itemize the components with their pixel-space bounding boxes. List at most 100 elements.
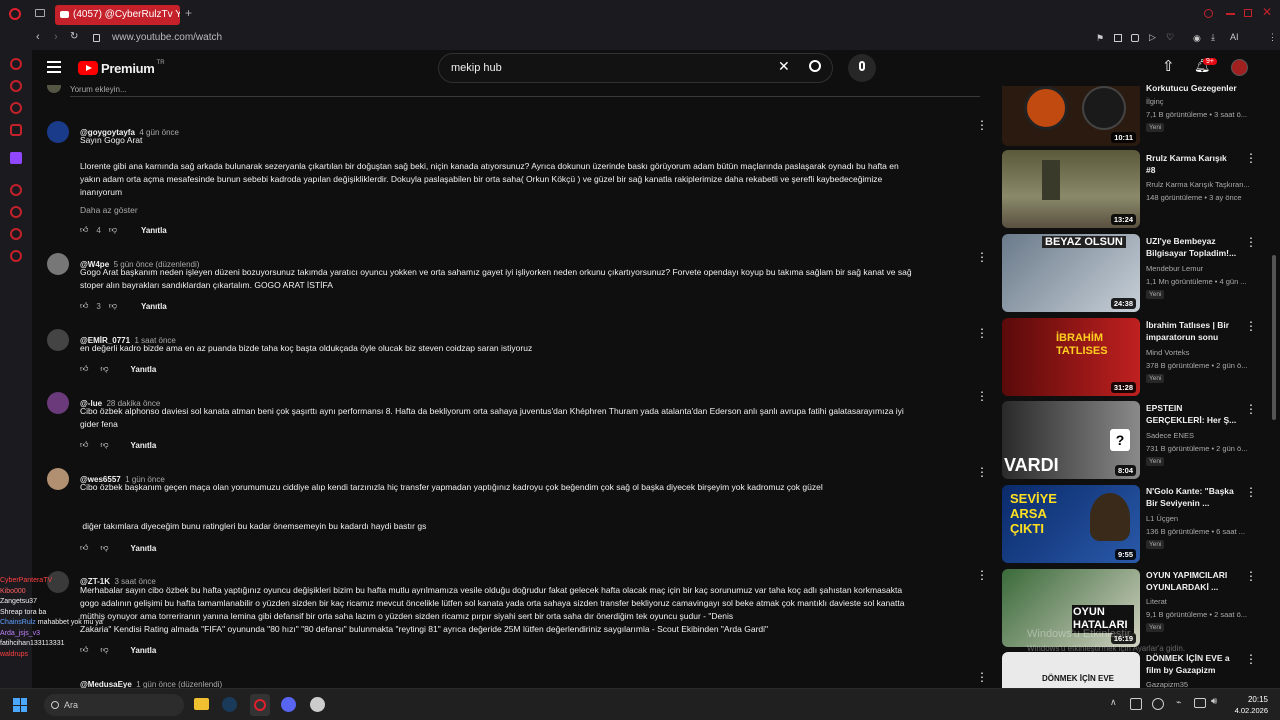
dislike-icon[interactable]: 👎︎: [109, 225, 117, 235]
comment-menu-icon[interactable]: ⋮: [976, 569, 988, 581]
search-input[interactable]: mekip hub: [438, 53, 833, 83]
video-title[interactable]: İbrahim Tatlıses | Bir imparatorun sonu: [1146, 319, 1238, 343]
minimize-button[interactable]: [1226, 13, 1235, 15]
comment-avatar[interactable]: [47, 121, 69, 143]
comment-avatar[interactable]: [47, 253, 69, 275]
file-explorer-icon[interactable]: [194, 698, 209, 710]
reply-button[interactable]: Yanıtla: [131, 544, 157, 553]
video-thumbnail[interactable]: SEVİYE ARSA ÇIKTI 9:55: [1002, 485, 1140, 563]
opera-taskbar-icon[interactable]: [250, 694, 270, 716]
video-title[interactable]: UZI'ye Bembeyaz Bilgisayar Topladim!...: [1146, 235, 1238, 259]
extension-icon[interactable]: [1131, 34, 1139, 42]
profile-icon[interactable]: ◉: [1193, 33, 1201, 44]
messenger-icon[interactable]: [10, 80, 22, 92]
comment-avatar[interactable]: [47, 329, 69, 351]
video-menu-icon[interactable]: ⋮: [1245, 653, 1257, 665]
wifi-icon[interactable]: [1194, 698, 1206, 708]
volume-icon[interactable]: 🔊︎: [1211, 696, 1217, 707]
snapshot-icon[interactable]: [1114, 34, 1122, 42]
search-tabs-icon[interactable]: [1204, 9, 1213, 18]
video-thumbnail[interactable]: İBRAHİM TATLISES 31:28: [1002, 318, 1140, 396]
dislike-icon[interactable]: 👎︎: [100, 440, 108, 450]
discord-icon[interactable]: [281, 697, 296, 712]
tray-chevron-icon[interactable]: ∧: [1110, 697, 1117, 708]
hamburger-menu-icon[interactable]: [47, 61, 61, 73]
reply-button[interactable]: Yanıtla: [131, 441, 157, 450]
comment-menu-icon[interactable]: ⋮: [976, 671, 988, 683]
like-icon[interactable]: 👍︎: [80, 440, 88, 450]
clear-search-icon[interactable]: ✕: [778, 58, 790, 75]
channel-name[interactable]: Literat: [1146, 597, 1167, 606]
windows-start-icon[interactable]: [13, 698, 27, 712]
dislike-icon[interactable]: 👎︎: [109, 301, 117, 311]
comment-menu-icon[interactable]: ⋮: [976, 119, 988, 131]
page-scrollbar[interactable]: [1272, 255, 1276, 420]
reply-button[interactable]: Yanıtla: [141, 226, 167, 235]
video-title[interactable]: DÖNMEK İÇİN EVE a film by Gazapizm: [1146, 652, 1238, 676]
browser-tab-active[interactable]: (4057) @CyberRulzTv YAY: [55, 5, 180, 25]
comment-avatar[interactable]: [47, 392, 69, 414]
comment-menu-icon[interactable]: ⋮: [976, 327, 988, 339]
video-menu-icon[interactable]: ⋮: [1245, 152, 1257, 164]
channel-name[interactable]: L1 Üçgen: [1146, 514, 1178, 523]
like-icon[interactable]: 👍︎: [80, 364, 88, 374]
search-icon[interactable]: [809, 60, 821, 72]
ai-button[interactable]: AI: [1230, 32, 1239, 42]
video-thumbnail[interactable]: DÖNMEK İÇİN EVE: [1002, 652, 1140, 688]
whatsapp-icon[interactable]: [10, 102, 22, 114]
like-icon[interactable]: 👍︎: [80, 301, 88, 311]
new-tab-button[interactable]: +: [185, 6, 192, 20]
url-field[interactable]: www.youtube.com/watch: [112, 32, 222, 43]
comment-avatar[interactable]: [47, 468, 69, 490]
avatar[interactable]: [1231, 59, 1248, 76]
pinboard-icon[interactable]: [10, 228, 22, 240]
comment-menu-icon[interactable]: ⋮: [976, 390, 988, 402]
show-less-link[interactable]: Daha az göster: [80, 205, 138, 215]
youtube-logo[interactable]: Premium TR: [78, 60, 165, 76]
comment-menu-icon[interactable]: ⋮: [976, 466, 988, 478]
network-tray-icon[interactable]: [1130, 698, 1142, 710]
video-title[interactable]: Korkutucu Gezegenler: [1146, 82, 1238, 93]
video-title[interactable]: EPSTEIN GERÇEKLERİ: Her Ş...: [1146, 402, 1238, 426]
video-menu-icon[interactable]: ⋮: [1245, 236, 1257, 248]
steam-icon[interactable]: [222, 697, 237, 712]
clock-time[interactable]: 20:15: [1232, 695, 1268, 704]
aria-icon[interactable]: [10, 58, 22, 70]
like-icon[interactable]: 👍︎: [80, 225, 88, 235]
obs-icon[interactable]: [310, 697, 325, 712]
menu-icon[interactable]: ⋮: [1268, 32, 1277, 43]
video-title[interactable]: Rrulz Karma Karışık #8: [1146, 152, 1238, 176]
channel-name[interactable]: Mendebur Lemur: [1146, 264, 1203, 273]
reload-icon[interactable]: ↻: [70, 31, 78, 42]
forward-icon[interactable]: ›: [54, 31, 58, 43]
usb-tray-icon[interactable]: ⌁: [1176, 697, 1181, 708]
video-thumbnail[interactable]: 13:24: [1002, 150, 1140, 228]
reply-button[interactable]: Yanıtla: [131, 365, 157, 374]
video-menu-icon[interactable]: ⋮: [1245, 320, 1257, 332]
bookmark-icon[interactable]: ⚑: [1096, 33, 1104, 44]
reply-button[interactable]: Yanıtla: [141, 302, 167, 311]
video-thumbnail[interactable]: BEYAZ OLSUN 24:38: [1002, 234, 1140, 312]
player-icon[interactable]: ▷: [1149, 32, 1156, 43]
dislike-icon[interactable]: 👎︎: [100, 543, 108, 553]
tab-manager-icon[interactable]: [35, 9, 45, 17]
maximize-button[interactable]: [1244, 9, 1252, 17]
twitch-icon[interactable]: [10, 152, 22, 164]
video-thumbnail[interactable]: VARDI ? 8:04: [1002, 401, 1140, 479]
video-menu-icon[interactable]: ⋮: [1245, 403, 1257, 415]
video-title[interactable]: N'Golo Kante: "Başka Bir Seviyenin ...: [1146, 485, 1238, 509]
taskbar-search[interactable]: Ara: [44, 694, 184, 716]
player-sidebar-icon[interactable]: [10, 184, 22, 196]
heart-icon[interactable]: ♡: [1166, 32, 1174, 43]
video-thumbnail[interactable]: 10:11: [1002, 86, 1140, 146]
add-comment-input[interactable]: Yorum ekleyin...: [70, 85, 980, 97]
history-icon[interactable]: [10, 206, 22, 218]
close-window-button[interactable]: ✕: [1262, 5, 1272, 19]
download-icon[interactable]: ⤓: [1211, 32, 1215, 43]
channel-name[interactable]: Rrulz Karma Karışık Taşkıran...: [1146, 180, 1250, 189]
channel-name[interactable]: Sadece ENES: [1146, 431, 1194, 440]
dislike-icon[interactable]: 👎︎: [100, 364, 108, 374]
voice-search-button[interactable]: [848, 54, 876, 82]
like-icon[interactable]: 👍︎: [80, 543, 88, 553]
back-icon[interactable]: ‹: [36, 31, 40, 43]
